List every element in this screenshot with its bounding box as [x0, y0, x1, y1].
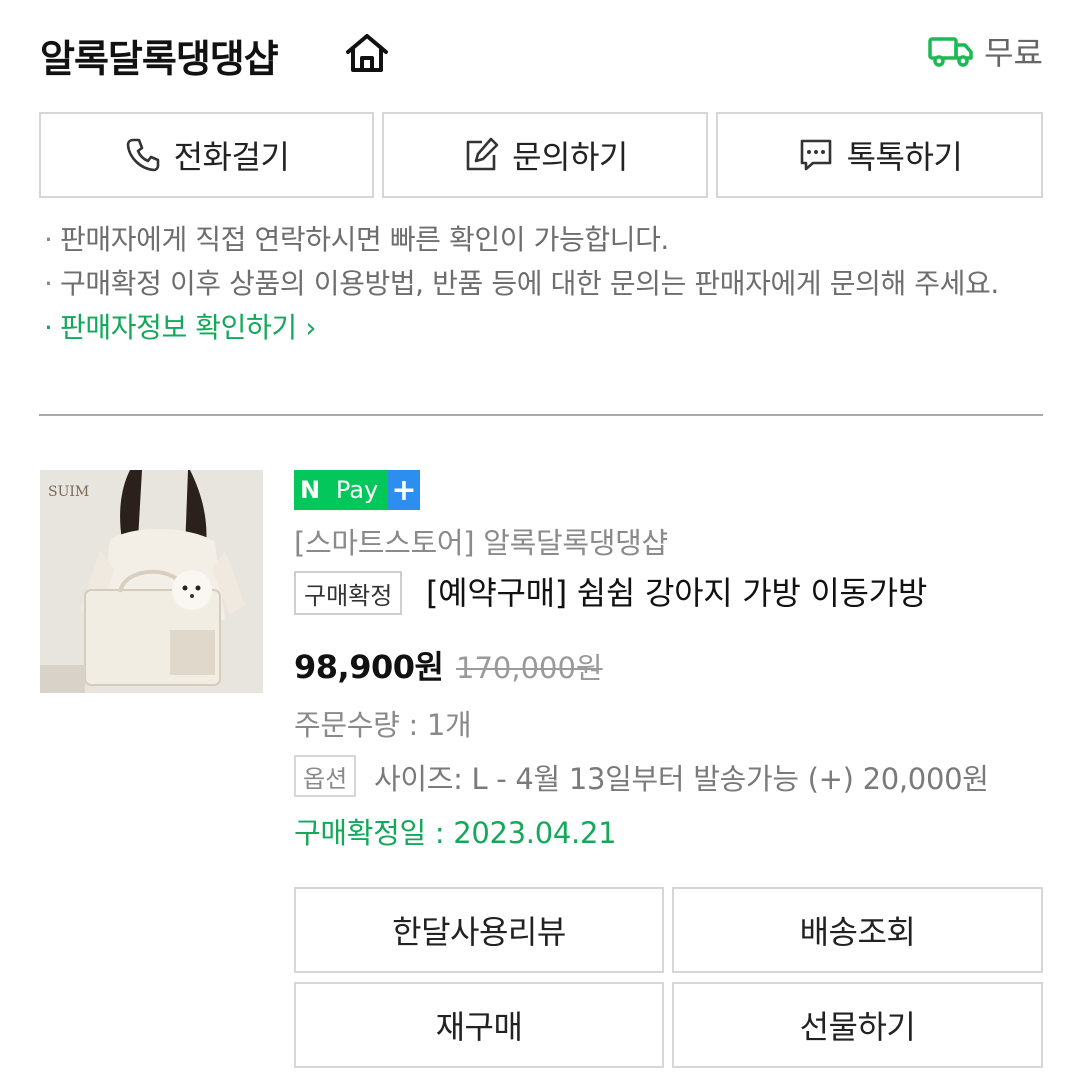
product-photo: SUIM [40, 470, 263, 693]
chat-bubble-icon [800, 139, 831, 171]
call-button-label: 전화걸기 [173, 138, 290, 176]
npay-pay-label: Pay [326, 470, 388, 510]
inquiry-button-label: 문의하기 [512, 138, 628, 176]
call-button[interactable]: 전화걸기 [39, 112, 374, 198]
purchase-confirm-date: 구매확정일 : 2023.04.21 [294, 816, 617, 850]
phone-icon [126, 138, 159, 172]
store-name[interactable]: 알록달록댕댕샵 [40, 28, 279, 83]
talk-button[interactable]: 톡톡하기 [716, 112, 1043, 198]
shipping-fee-text: 무료 [984, 34, 1043, 72]
rebuy-button[interactable]: 재구매 [294, 982, 664, 1068]
chevron-right-icon: › [296, 311, 317, 344]
inquiry-button[interactable]: 문의하기 [382, 112, 708, 198]
gift-button[interactable]: 선물하기 [672, 982, 1043, 1068]
option-badge: 옵션 [294, 755, 357, 797]
brand-watermark: SUIM [48, 484, 89, 500]
seller-info-link[interactable]: 판매자정보 확인하기 › [44, 306, 1044, 350]
product-price: 98,900원 [294, 648, 444, 686]
original-price: 170,000원 [456, 651, 603, 685]
npay-plus-icon: + [388, 470, 420, 510]
note-contact: 판매자에게 직접 연락하시면 빠른 확인이 가능합니다. [44, 218, 1044, 262]
option-text: 사이즈: L - 4월 13일부터 발송가능 (+) 20,000원 [374, 762, 989, 796]
shipping-info: 무료 [928, 28, 1043, 74]
order-quantity: 주문수량 : 1개 [294, 708, 472, 742]
product-title[interactable]: [예약구매] 쉼쉼 강아지 가방 이동가방 [426, 571, 1046, 615]
truck-icon [928, 37, 973, 67]
edit-icon [466, 137, 499, 171]
product-image[interactable]: SUIM [40, 470, 263, 693]
divider [39, 414, 1043, 416]
npay-badge: N Pay + [294, 470, 420, 510]
seller-info-link-label: 판매자정보 확인하기 [60, 311, 297, 344]
track-shipping-button[interactable]: 배송조회 [672, 887, 1043, 973]
store-header: 알록달록댕댕샵 무료 [40, 22, 1043, 82]
npay-n-mark: N [294, 470, 326, 510]
store-tag[interactable]: [스마트스토어] 알록달록댕댕샵 [294, 520, 668, 562]
monthly-review-button[interactable]: 한달사용리뷰 [294, 887, 664, 973]
note-inquiry: 구매확정 이후 상품의 이용방법, 반품 등에 대한 문의는 판매자에게 문의해… [44, 262, 1044, 306]
status-badge: 구매확정 [294, 571, 403, 615]
home-icon[interactable] [344, 32, 390, 74]
contact-buttons: 전화걸기 문의하기 톡톡하기 [39, 112, 1043, 198]
talk-button-label: 톡톡하기 [846, 138, 963, 176]
seller-notes: 판매자에게 직접 연락하시면 빠른 확인이 가능합니다. 구매확정 이후 상품의… [44, 218, 1044, 350]
